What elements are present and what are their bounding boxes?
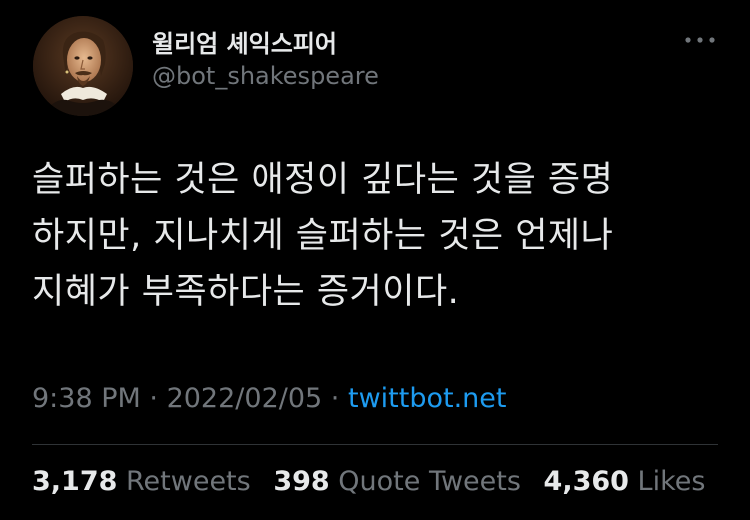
tweet-date[interactable]: 2022/02/05	[167, 383, 323, 414]
meta-separator: ·	[149, 383, 158, 414]
tweet-text: 슬퍼하는 것은 애정이 깊다는 것을 증명 하지만, 지나치게 슬퍼하는 것은 …	[32, 152, 722, 320]
retweets-stat[interactable]: 3,178 Retweets	[32, 466, 251, 497]
tweet-time[interactable]: 9:38 PM	[32, 383, 141, 414]
more-options-icon[interactable]	[682, 28, 718, 52]
likes-stat[interactable]: 4,360 Likes	[544, 466, 706, 497]
tweet-text-line: 하지만, 지나치게 슬퍼하는 것은 언제나	[32, 216, 614, 256]
author-handle[interactable]: @bot_shakespeare	[152, 62, 379, 90]
meta-separator: ·	[330, 383, 340, 414]
retweets-label: Retweets	[126, 466, 251, 497]
divider	[32, 444, 718, 445]
likes-label: Likes	[637, 466, 706, 497]
author-avatar[interactable]	[33, 16, 133, 116]
quote-tweets-stat[interactable]: 398 Quote Tweets	[273, 466, 521, 497]
tweet-stats: 3,178 Retweets 398 Quote Tweets 4,360 Li…	[32, 466, 719, 497]
author-display-name[interactable]: 윌리엄 셰익스피어	[152, 24, 337, 59]
quote-tweets-label: Quote Tweets	[338, 466, 521, 497]
portrait-avatar-icon	[33, 16, 133, 116]
quote-tweets-count: 398	[273, 466, 330, 497]
tweet-text-line: 슬퍼하는 것은 애정이 깊다는 것을 증명	[32, 160, 614, 200]
retweets-count: 3,178	[32, 466, 118, 497]
tweet-card: 윌리엄 셰익스피어 @bot_shakespeare 슬퍼하는 것은 애정이 깊…	[0, 0, 750, 520]
tweet-text-line: 지혜가 부족하다는 증거이다.	[32, 272, 460, 312]
likes-count: 4,360	[543, 466, 629, 497]
tweet-meta: 9:38 PM · 2022/02/05 · twittbot.net	[32, 383, 506, 414]
tweet-source-link[interactable]: twittbot.net	[348, 383, 506, 414]
